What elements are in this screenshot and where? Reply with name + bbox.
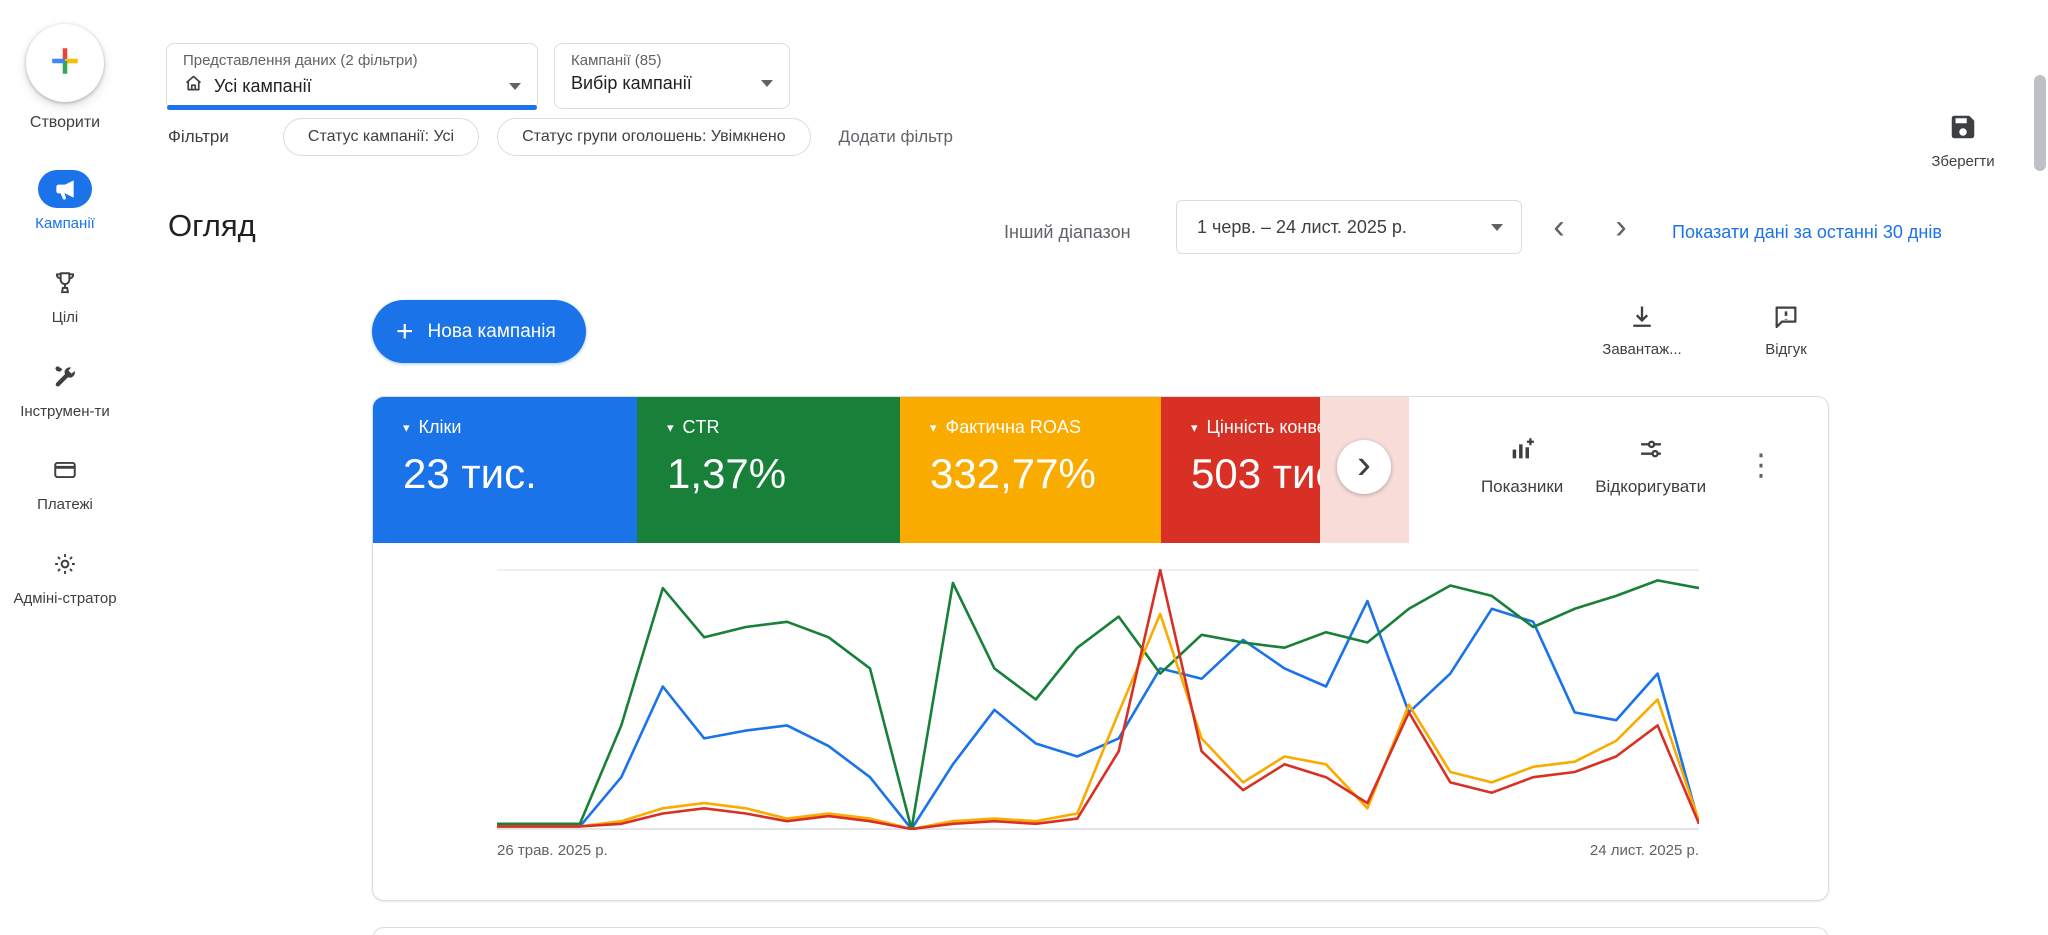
scorecard-roas[interactable]: ▾ Фактична ROAS 332,77% [900,397,1161,543]
multicolor-plus-icon [48,44,82,83]
chevron-down-icon [509,83,521,90]
sidebar-item-goals[interactable]: Цілі [10,264,120,328]
date-range-value: 1 черв. – 24 лист. 2025 р. [1197,217,1407,238]
chevron-down-icon [761,80,773,87]
overview-chart [497,569,1699,830]
filter-chip-campaign-status[interactable]: Статус кампанії: Усі [283,118,479,156]
scorecard-value: 23 тис. [403,450,637,498]
tools-icon [38,358,92,396]
sidebar-item-label: Адміні-стратор [13,590,116,609]
adjust-sliders-icon [1637,435,1665,468]
metrics-button-label: Показники [1481,477,1563,497]
scorecard-conversion-value[interactable]: ▾ Цінність конве... 503 тис. [1161,397,1320,543]
scorecard-actions: Показники Відкоригувати ⋮ [1409,397,1828,543]
data-view-selector-caption: Представлення даних (2 фільтри) [183,52,521,69]
metric-dropdown-icon: ▾ [403,421,410,434]
scorecard-value: 332,77% [930,450,1161,498]
sidebar-item-billing[interactable]: Платежі [10,451,120,515]
page-title: Огляд [168,208,256,244]
more-options-menu[interactable]: ⋮ [1738,451,1784,481]
new-campaign-label: Нова кампанія [428,321,556,343]
scorecard-label: Цінність конве... [1207,417,1320,438]
scorecard-label: CTR [683,417,720,438]
x-axis-start-label: 26 трав. 2025 р. [497,842,608,859]
overview-summary-card: ▾ Кліки 23 тис. ▾ CTR 1,37% ▾ Фактична R… [372,396,1829,901]
filter-chip-label: Статус кампанії: Усі [308,128,454,146]
feedback-label: Відгук [1765,341,1807,358]
scorecard-row: ▾ Кліки 23 тис. ▾ CTR 1,37% ▾ Фактична R… [373,397,1828,543]
download-icon [1628,303,1656,336]
google-ads-overview-page: Створити Кампанії Цілі Інструмен-ти [0,0,2048,935]
data-view-selector[interactable]: Представлення даних (2 фільтри) Усі камп… [166,43,538,109]
chevron-right-icon: › [1615,208,1626,247]
payments-icon [38,451,92,489]
sidebar: Створити Кампанії Цілі Інструмен-ти [0,0,130,935]
adjust-button[interactable]: Відкоригувати [1595,435,1706,497]
campaign-selector-value: Вибір кампанії [571,73,692,94]
scorecard-label: Фактична ROAS [946,417,1081,438]
download-button[interactable]: Завантаж... [1582,303,1702,358]
sidebar-item-label: Кампанії [35,215,95,234]
sidebar-item-admin[interactable]: Адміні-стратор [10,545,120,609]
create-button-label: Створити [30,114,100,132]
chevron-down-icon [1491,224,1503,231]
sidebar-item-label: Платежі [37,496,93,515]
sidebar-item-tools[interactable]: Інструмен-ти [10,358,120,422]
next-scorecards-button[interactable]: › [1337,440,1391,494]
campaign-selector[interactable]: Кампанії (85) Вибір кампанії [554,43,790,109]
scorecard-value: 503 тис. [1191,450,1320,498]
campaign-selector-caption: Кампанії (85) [571,52,773,69]
metric-dropdown-icon: ▾ [930,421,937,434]
feedback-bubble-icon [1772,303,1800,336]
home-icon [183,73,204,99]
next-period-button[interactable]: › [1598,204,1644,250]
megaphone-icon [38,170,92,208]
vertical-scrollbar[interactable] [2034,75,2046,171]
sidebar-item-campaigns[interactable]: Кампанії [10,170,120,234]
previous-period-button[interactable]: ‹ [1536,204,1582,250]
feedback-button[interactable]: Відгук [1726,303,1846,358]
metric-dropdown-icon: ▾ [667,421,674,434]
scorecard-label: Кліки [419,417,462,438]
chart-line-Цінність конверсії [497,570,1699,829]
add-filter-button[interactable]: Додати фільтр [839,127,953,147]
create-button[interactable] [26,24,104,102]
line-chart-canvas [497,569,1699,830]
filter-chip-label: Статус групи оголошень: Увімкнено [522,128,786,146]
show-last-30-days-link[interactable]: Показати дані за останні 30 днів [1672,222,1942,243]
filter-chip-adgroup-status[interactable]: Статус групи оголошень: Увімкнено [497,118,811,156]
save-button-label: Зберегти [1931,153,1994,170]
adjust-button-label: Відкоригувати [1595,477,1706,497]
x-axis-end-label: 24 лист. 2025 р. [1590,842,1699,859]
save-button[interactable]: Зберегти [1898,112,2028,170]
data-view-selector-value: Усі кампанії [214,76,312,97]
other-range-label[interactable]: Інший діапазон [1004,222,1131,243]
chevron-left-icon: ‹ [1553,208,1564,247]
plus-icon: + [396,317,414,347]
download-label: Завантаж... [1602,341,1681,358]
filters-title: Фільтри [168,127,229,147]
chart-line-Кліки [497,601,1699,829]
chevron-right-icon: › [1357,443,1371,485]
active-view-underline [167,105,537,110]
sidebar-item-label: Цілі [52,309,79,328]
scorecard-value: 1,37% [667,450,900,498]
sidebar-item-label: Інструмен-ти [20,403,110,422]
next-section-card-partial [372,927,1829,935]
date-range-selector[interactable]: 1 черв. – 24 лист. 2025 р. [1176,200,1522,254]
filter-bar: Фільтри Статус кампанії: Усі Статус груп… [168,118,953,156]
metrics-icon [1508,435,1536,468]
metric-dropdown-icon: ▾ [1191,421,1198,434]
save-floppy-icon [1948,112,1978,147]
new-campaign-button[interactable]: + Нова кампанія [372,300,586,363]
scorecard-clicks[interactable]: ▾ Кліки 23 тис. [373,397,637,543]
scorecard-ctr[interactable]: ▾ CTR 1,37% [637,397,900,543]
sidebar-nav: Кампанії Цілі Інструмен-ти Платежі [0,170,130,609]
gear-icon [38,545,92,583]
trophy-icon [38,264,92,302]
metrics-button[interactable]: Показники [1481,435,1563,497]
chart-line-Фактична ROAS [497,614,1699,829]
